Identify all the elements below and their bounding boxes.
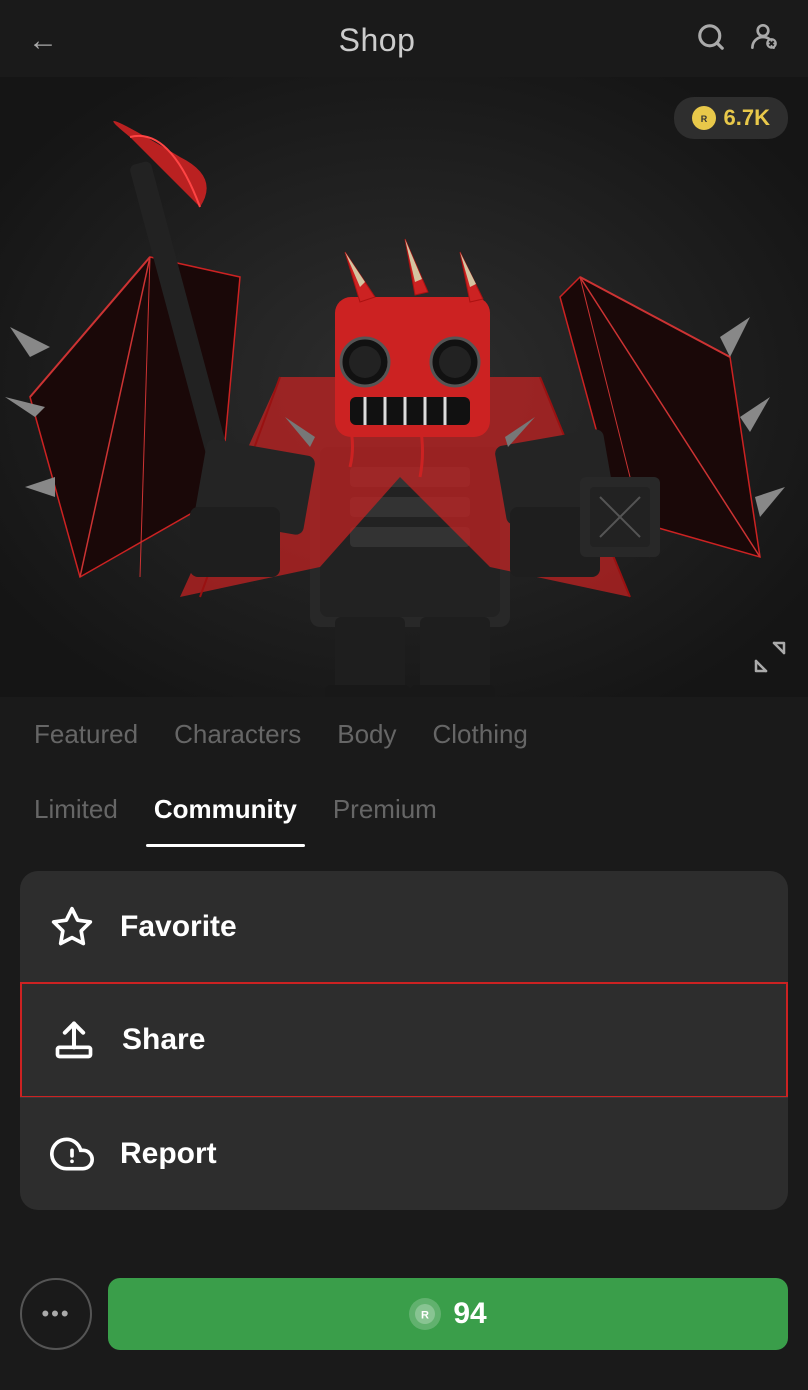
header-actions bbox=[696, 20, 780, 61]
buy-button[interactable]: R 94 bbox=[108, 1278, 788, 1350]
tab-premium[interactable]: Premium bbox=[315, 772, 455, 847]
share-icon bbox=[50, 1016, 98, 1064]
report-label: Report bbox=[120, 1137, 217, 1171]
back-button[interactable]: ← bbox=[28, 24, 58, 58]
robux-buy-icon: R bbox=[409, 1298, 441, 1330]
favorite-action[interactable]: Favorite bbox=[20, 871, 788, 983]
robux-icon: R bbox=[692, 106, 716, 130]
svg-text:R: R bbox=[700, 114, 707, 124]
tab-community[interactable]: Community bbox=[136, 772, 315, 847]
bottom-bar: ••• R 94 bbox=[0, 1258, 808, 1380]
report-action[interactable]: Report bbox=[20, 1097, 788, 1210]
page-title: Shop bbox=[339, 22, 416, 59]
report-icon bbox=[48, 1130, 96, 1178]
favorite-label: Favorite bbox=[120, 910, 237, 944]
expand-icon[interactable] bbox=[752, 639, 788, 679]
tabs-row1: Featured Characters Body Clothing bbox=[0, 697, 808, 772]
svg-text:R: R bbox=[421, 1310, 429, 1322]
header: ← Shop bbox=[0, 0, 808, 77]
avatar-settings-icon[interactable] bbox=[746, 20, 780, 61]
content-area: Favorite Share bbox=[0, 847, 808, 1258]
tab-characters[interactable]: Characters bbox=[156, 697, 319, 772]
buy-price: 94 bbox=[453, 1297, 486, 1331]
share-label: Share bbox=[122, 1023, 205, 1057]
star-icon bbox=[48, 903, 96, 951]
currency-badge: R 6.7K bbox=[674, 97, 788, 139]
share-action[interactable]: Share bbox=[20, 982, 788, 1098]
tab-clothing[interactable]: Clothing bbox=[415, 697, 546, 772]
more-dots-label: ••• bbox=[41, 1301, 70, 1327]
tab-limited[interactable]: Limited bbox=[16, 772, 136, 847]
tabs-row2: Limited Community Premium bbox=[0, 772, 808, 847]
search-icon[interactable] bbox=[696, 22, 726, 59]
tab-featured[interactable]: Featured bbox=[16, 697, 156, 772]
tab-body[interactable]: Body bbox=[319, 697, 414, 772]
more-options-button[interactable]: ••• bbox=[20, 1278, 92, 1350]
hero-banner: R 6.7K bbox=[0, 77, 808, 697]
action-menu: Favorite Share bbox=[20, 871, 788, 1210]
currency-amount: 6.7K bbox=[724, 105, 770, 131]
